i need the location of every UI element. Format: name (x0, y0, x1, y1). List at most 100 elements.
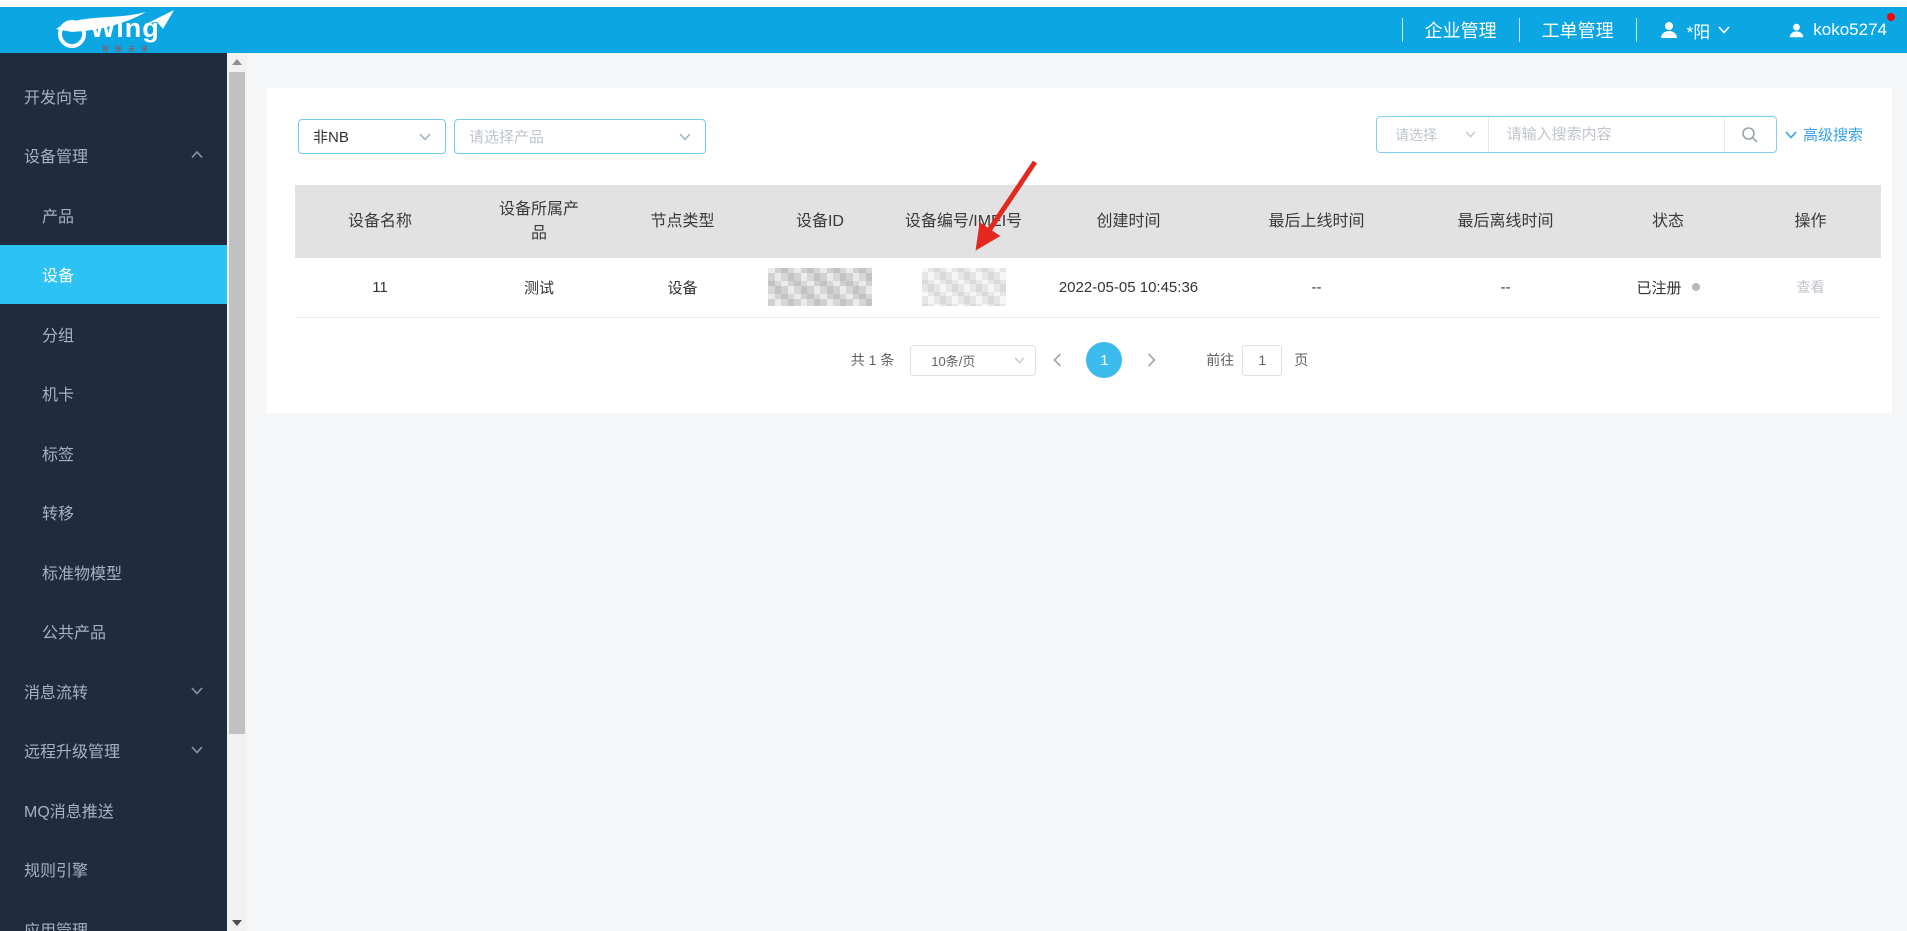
sidebar-item-public-product[interactable]: 公共产品 (0, 602, 227, 662)
brand-logo[interactable]: Wing 智联未来 (50, 7, 200, 53)
user-icon (1660, 22, 1677, 38)
sidebar-item-label: 转移 (42, 506, 75, 524)
nav-workorder-mgmt[interactable]: 工单管理 (1542, 17, 1614, 43)
cell-last-online: -- (1218, 258, 1415, 318)
nav-account[interactable]: koko5274 (1788, 13, 1895, 40)
col-device-name: 设备名称 (295, 185, 465, 258)
sidebar-item-rule-engine[interactable]: 规则引擎 (0, 840, 227, 900)
col-last-online: 最后上线时间 (1218, 185, 1415, 258)
search-bar: 请选择 (1376, 116, 1777, 153)
sidebar-item-label: 机卡 (42, 387, 75, 405)
cell-product: 测试 (465, 258, 613, 318)
col-imei: 设备编号/IMEI号 (888, 185, 1039, 258)
table-row: 11 测试 设备 2022-05-05 10:45:36 -- -- 已注册 查… (295, 258, 1881, 318)
scrollbar-thumb[interactable] (229, 72, 245, 734)
sidebar-item-sim-card[interactable]: 机卡 (0, 364, 227, 424)
sidebar-item-label: 设备管理 (24, 149, 89, 167)
advanced-search-link[interactable]: 高级搜索 (1785, 124, 1863, 145)
page-size-select[interactable]: 10条/页 (910, 344, 1037, 376)
main-content: 非NB 请选择产品 请选择 请输入搜索内容 高级搜索 设备名称 设备所属产品 节… (247, 53, 1907, 931)
sidebar-item-ota-mgmt[interactable]: 远程升级管理 (0, 721, 227, 781)
device-table: 设备名称 设备所属产品 节点类型 设备ID 设备编号/IMEI号 创建时间 最后… (295, 185, 1881, 318)
advanced-search-label: 高级搜索 (1803, 127, 1864, 144)
sidebar-item-app-mgmt[interactable]: 应用管理 (0, 899, 227, 931)
device-id-redacted-mosaic (768, 268, 872, 307)
col-status: 状态 (1596, 185, 1740, 258)
search-icon (1742, 126, 1758, 143)
sidebar-item-dev-guide[interactable]: 开发向导 (0, 66, 227, 126)
sidebar-item-transfer[interactable]: 转移 (0, 483, 227, 543)
goto-page-input[interactable] (1242, 344, 1283, 376)
sidebar-item-label: 开发向导 (24, 89, 89, 107)
sidebar-item-label: 消息流转 (24, 684, 89, 702)
nav-divider (1635, 18, 1637, 42)
sidebar-item-mq-push[interactable]: MQ消息推送 (0, 780, 227, 840)
window-top-strip (0, 0, 1907, 7)
vertical-scrollbar[interactable] (227, 53, 247, 931)
sidebar-item-label: 远程升级管理 (24, 744, 121, 762)
notification-badge (1887, 13, 1895, 21)
cell-imei (888, 258, 1039, 318)
device-type-select[interactable]: 非NB (298, 119, 446, 154)
sidebar-item-label: 设备 (42, 268, 75, 286)
nav-enterprise-mgmt[interactable]: 企业管理 (1425, 17, 1497, 43)
sidebar-item-label: 产品 (42, 208, 75, 226)
cell-device-name: 11 (295, 258, 465, 318)
col-created-time: 创建时间 (1039, 185, 1218, 258)
chevron-down-icon (1014, 356, 1025, 364)
next-page-button[interactable] (1136, 353, 1166, 367)
col-product: 设备所属产品 (465, 185, 613, 258)
sidebar-item-label: MQ消息推送 (24, 803, 114, 821)
pagination-total: 共 1 条 (850, 352, 895, 368)
scrollbar-up-button[interactable] (227, 53, 247, 70)
device-type-value: 非NB (313, 129, 349, 146)
sidebar-item-group[interactable]: 分组 (0, 304, 227, 364)
sidebar-item-tag[interactable]: 标签 (0, 423, 227, 483)
cell-actions: 查看 (1740, 258, 1881, 318)
nav-user-menu[interactable]: *阳 (1659, 18, 1731, 43)
view-link[interactable]: 查看 (1797, 279, 1825, 295)
sidebar-item-device[interactable]: 设备 (0, 244, 227, 304)
page-size-value: 10条/页 (931, 353, 976, 369)
sidebar-item-standard-model[interactable]: 标准物模型 (0, 542, 227, 602)
sidebar-item-label: 分组 (42, 327, 75, 345)
nav-account-name: koko5274 (1813, 20, 1887, 39)
table-header-row: 设备名称 设备所属产品 节点类型 设备ID 设备编号/IMEI号 创建时间 最后… (295, 185, 1881, 258)
nav-divider (1401, 18, 1403, 42)
col-actions: 操作 (1740, 185, 1881, 258)
sidebar-item-label: 标准物模型 (42, 565, 123, 583)
search-field-placeholder: 请选择 (1395, 126, 1437, 143)
search-input[interactable] (1488, 117, 1724, 152)
search-field-select[interactable]: 请选择 (1377, 117, 1488, 152)
prev-page-button[interactable] (1042, 353, 1072, 367)
sidebar-item-product[interactable]: 产品 (0, 185, 227, 245)
goto-label: 前往 (1206, 352, 1235, 368)
sidebar-item-label: 标签 (42, 446, 75, 464)
navbar-right-menu: 企业管理 工单管理 *阳 koko5274 (1380, 7, 1907, 53)
chevron-right-icon (1147, 353, 1156, 367)
chevron-down-icon (419, 132, 431, 141)
col-last-offline: 最后离线时间 (1415, 185, 1596, 258)
search-button[interactable] (1724, 117, 1776, 152)
page-number-button[interactable]: 1 (1086, 342, 1123, 378)
product-select-placeholder: 请选择产品 (469, 129, 545, 146)
product-select[interactable]: 请选择产品 (454, 119, 706, 154)
col-device-id: 设备ID (752, 185, 888, 258)
offline-status-dot-icon (1691, 283, 1700, 292)
cell-node-type: 设备 (613, 258, 752, 318)
cell-device-id (752, 258, 888, 318)
chevron-down-icon (1785, 130, 1797, 139)
sidebar-item-device-mgmt[interactable]: 设备管理 (0, 126, 227, 186)
chevron-down-icon (191, 746, 203, 754)
chevron-down-icon (679, 132, 691, 141)
scrollbar-down-button[interactable] (227, 914, 247, 931)
imei-redacted-mosaic (921, 268, 1006, 307)
top-navbar: Wing 智联未来 企业管理 工单管理 *阳 koko5274 (0, 7, 1907, 53)
cell-status: 已注册 (1596, 258, 1740, 318)
sidebar-item-message-flow[interactable]: 消息流转 (0, 661, 227, 721)
nav-divider (1518, 18, 1520, 42)
sidebar-item-label: 公共产品 (42, 625, 107, 643)
triangle-down-icon (232, 919, 242, 926)
cell-created-time: 2022-05-05 10:45:36 (1039, 258, 1218, 318)
sidebar-menu: 开发向导 设备管理 产品 设备 分组 机卡 标签 转移 标准物模型 公共产品 消… (0, 53, 227, 931)
